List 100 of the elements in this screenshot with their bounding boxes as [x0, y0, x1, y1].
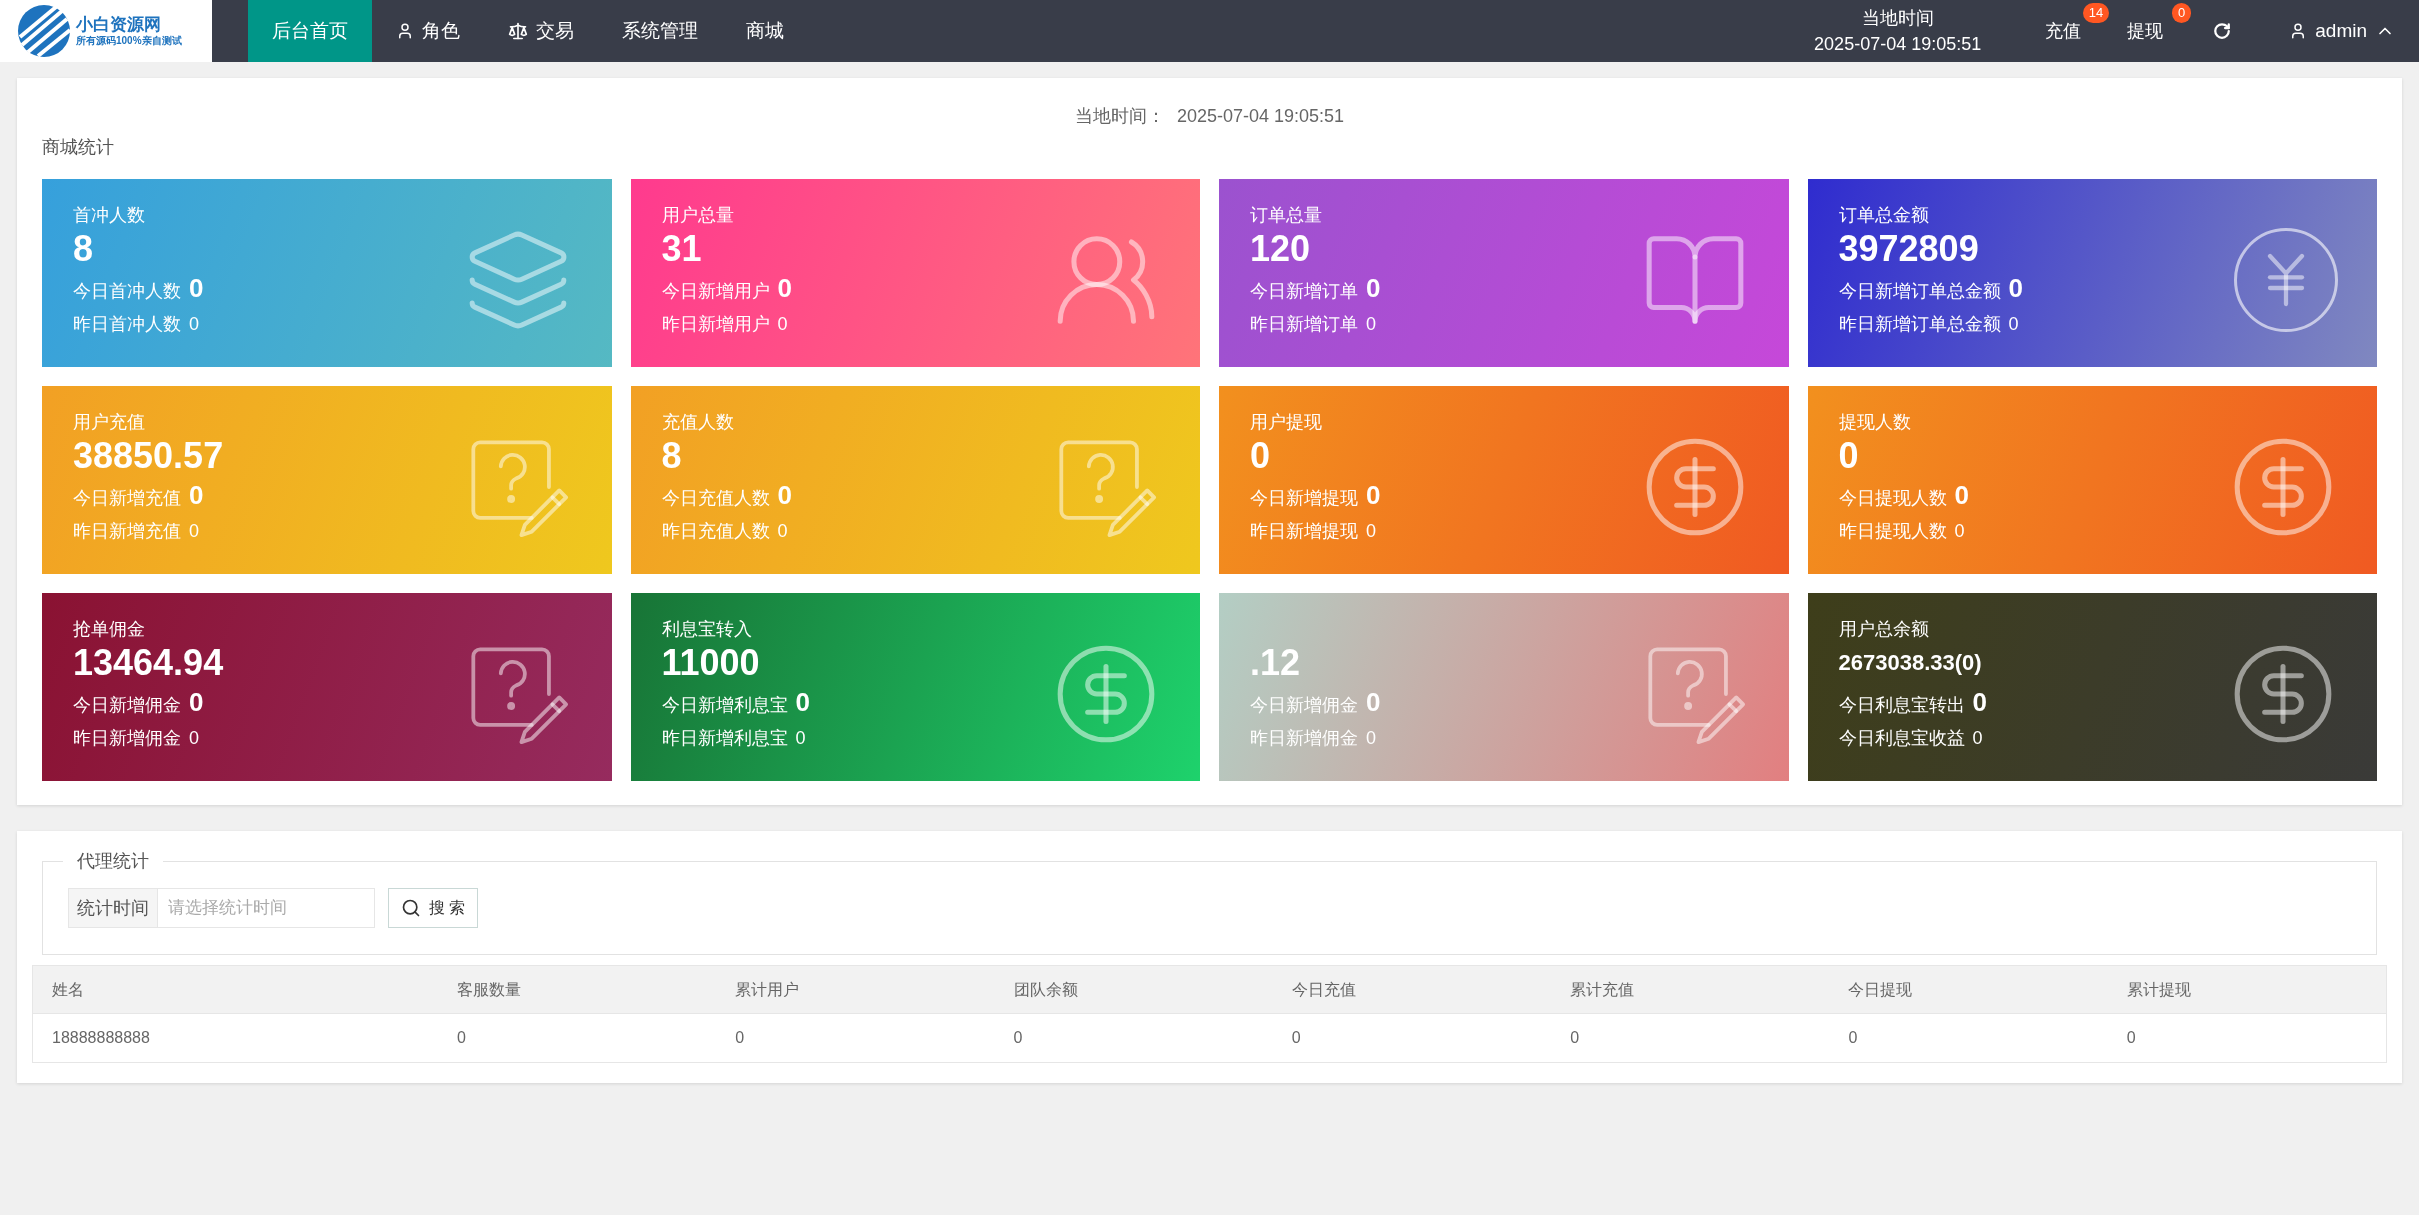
card-value: 3972809 [1838, 227, 1980, 271]
table-cell-text: 0 [1569, 1028, 1580, 1048]
card-value: 0 [1250, 434, 1272, 478]
today-label: 今日新增佣金 [1250, 694, 1358, 717]
yesterday-label: 昨日首冲人数 [73, 313, 181, 336]
today-label: 今日首冲人数 [73, 280, 181, 303]
yesterday-value: 0 [189, 520, 199, 543]
nav-tab[interactable]: 系统管理 [598, 0, 722, 62]
today-label: 今日利息宝转出 [1838, 694, 1965, 717]
field-label: 统计时间 [68, 888, 158, 928]
yesterday-label: 昨日新增用户 [661, 313, 770, 336]
nav-tab[interactable]: 后台首页 [248, 0, 372, 62]
card-title: 用户提现 [1250, 412, 1322, 432]
search-icon [401, 898, 421, 918]
count-badge: 14 [2082, 3, 2110, 23]
yesterday-label: 昨日新增订单总金额 [1838, 313, 2001, 336]
refresh-icon[interactable] [2213, 22, 2232, 40]
card-title: 抢单佣金 [73, 619, 145, 639]
nav-tab[interactable]: 商城 [722, 0, 808, 62]
card-value: 8 [661, 434, 683, 478]
card-value: 31 [661, 227, 703, 271]
today-value: 0 [795, 687, 810, 717]
card-value: 120 [1250, 227, 1312, 271]
table-cell-text: 18888888888 [51, 1028, 150, 1048]
today-label: 今日新增佣金 [73, 694, 181, 717]
yesterday-value: 0 [1366, 520, 1376, 543]
card-value: 13464.94 [73, 641, 224, 685]
yen-icon [2234, 228, 2338, 332]
today-value: 0 [1366, 687, 1381, 717]
today-label: 今日新增订单总金额 [1838, 280, 2001, 303]
column-header: 姓名 [51, 979, 84, 1000]
local-time: 2025-07-04 19:05:51 [1176, 105, 1345, 128]
column-header: 累计提现 [2125, 979, 2191, 1000]
card-title: 用户总量 [661, 205, 734, 225]
table-cell-text: 0 [2125, 1028, 2136, 1048]
table-cell-text: 0 [456, 1028, 466, 1048]
yesterday-label: 昨日新增利息宝 [661, 727, 788, 750]
yesterday-value: 0 [1366, 313, 1376, 336]
column-header: 今日充值 [1290, 979, 1356, 1000]
yesterday-value: 0 [1972, 727, 1983, 750]
today-label: 今日提现人数 [1838, 487, 1947, 510]
yesterday-value: 0 [189, 727, 199, 750]
nav-tab[interactable]: 交易 [484, 0, 598, 62]
yesterday-value: 0 [2008, 313, 2019, 336]
logo-title: 小白资源网 [76, 14, 162, 35]
section-title: 商城统计 [42, 137, 114, 157]
yesterday-label: 昨日新增提现 [1250, 520, 1358, 543]
yesterday-value: 0 [795, 727, 806, 750]
today-value: 0 [189, 687, 204, 717]
column-header: 累计用户 [734, 979, 800, 1000]
today-value: 0 [2008, 273, 2023, 303]
card-value: 2673038.33(0) [1838, 649, 1983, 677]
table-cell-text: 0 [1290, 1028, 1301, 1048]
today-label: 今日新增提现 [1250, 487, 1358, 510]
logo-subtitle: 所有源码100%亲自测试 [76, 35, 182, 48]
today-label: 今日新增充值 [73, 487, 181, 510]
search-button[interactable]: 搜 索 [388, 888, 479, 928]
yesterday-value: 0 [777, 313, 788, 336]
card-title: 提现人数 [1838, 412, 1911, 432]
header-link[interactable]: 充值 [2045, 17, 2082, 45]
globe-logo-icon [16, 3, 72, 59]
card-title: 用户总余额 [1838, 619, 1929, 639]
card-value: 11000 [661, 641, 761, 685]
yesterday-label: 昨日新增佣金 [73, 727, 181, 750]
today-value: 0 [189, 480, 204, 510]
card-title: 充值人数 [661, 412, 734, 432]
today-label: 今日新增利息宝 [661, 694, 788, 717]
today-label: 今日新增订单 [1250, 280, 1358, 303]
column-header: 客服数量 [456, 979, 521, 1000]
scale-icon [508, 21, 528, 41]
clock-time: 2025-07-04 19:05:51 [1814, 33, 1982, 56]
nav-tab[interactable]: 角色 [372, 0, 484, 62]
local-time-label: 当地时间： [1074, 105, 1165, 128]
clock-label: 当地时间 [1861, 7, 1934, 30]
card-title: 利息宝转入 [661, 619, 752, 639]
yesterday-value: 0 [777, 520, 788, 543]
card-value: 0 [1838, 434, 1860, 478]
table-cell-text: 0 [1847, 1028, 1858, 1048]
table-cell-text: 0 [1012, 1028, 1023, 1048]
column-header: 今日提现 [1847, 979, 1913, 1000]
yesterday-label: 昨日提现人数 [1838, 520, 1947, 543]
site-logo[interactable]: 小白资源网 所有源码100%亲自测试 [0, 0, 212, 62]
card-value: 8 [73, 227, 95, 271]
today-value: 0 [1972, 687, 1987, 717]
yesterday-label: 昨日新增充值 [73, 520, 181, 543]
today-value: 0 [189, 273, 204, 303]
yesterday-value: 0 [1366, 727, 1376, 750]
date-input-field[interactable]: 请选择统计时间 [158, 888, 375, 928]
column-header: 团队余额 [1012, 979, 1078, 1000]
table-cell-text: 0 [734, 1028, 745, 1048]
today-label: 今日充值人数 [661, 487, 770, 510]
today-label: 今日新增用户 [661, 280, 770, 303]
today-value: 0 [1366, 273, 1381, 303]
user-icon [396, 22, 414, 40]
card-value: 38850.57 [73, 434, 224, 478]
header-link[interactable]: 提现 [2127, 17, 2164, 45]
card-title: 用户充值 [73, 412, 145, 432]
today-value: 0 [777, 480, 792, 510]
card-title: 首冲人数 [73, 205, 145, 225]
user-name[interactable]: admin [2315, 16, 2367, 46]
